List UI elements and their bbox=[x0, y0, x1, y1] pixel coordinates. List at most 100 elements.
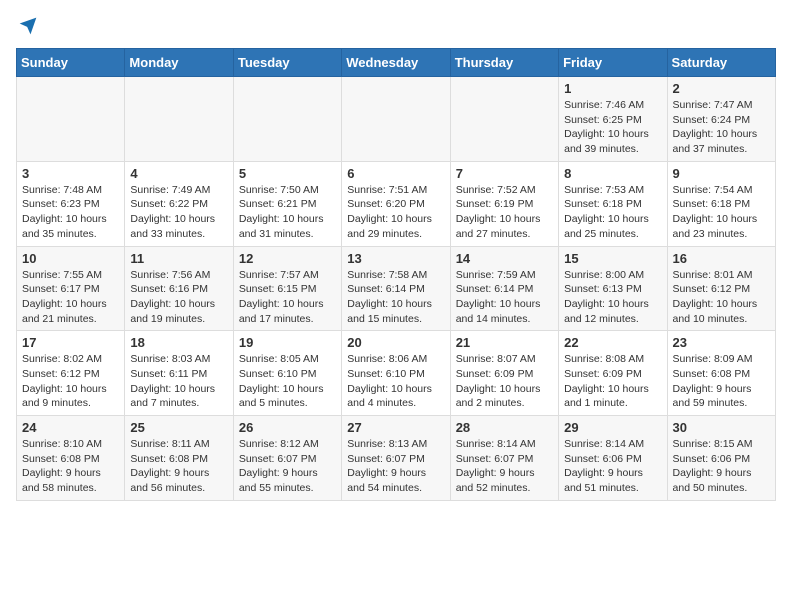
day-number: 27 bbox=[347, 420, 444, 435]
calendar-cell: 29 Sunrise: 8:14 AM Sunset: 6:06 PM Dayli… bbox=[559, 416, 667, 501]
day-info: Sunrise: 7:51 AM Sunset: 6:20 PM Dayligh… bbox=[347, 183, 444, 242]
calendar-cell bbox=[233, 77, 341, 162]
day-number: 23 bbox=[673, 335, 770, 350]
day-info: Sunrise: 8:08 AM Sunset: 6:09 PM Dayligh… bbox=[564, 352, 661, 411]
day-number: 14 bbox=[456, 251, 553, 266]
calendar-day-header: Tuesday bbox=[233, 49, 341, 77]
calendar-cell: 17Sunrise: 8:02 AM Sunset: 6:12 PM Dayli… bbox=[17, 331, 125, 416]
day-info: Sunrise: 7:58 AM Sunset: 6:14 PM Dayligh… bbox=[347, 268, 444, 327]
day-info: Sunrise: 8:10 AM Sunset: 6:08 PM Dayligh… bbox=[22, 437, 119, 496]
calendar-cell: 10 Sunrise: 7:55 AM Sunset: 6:17 PM Dayli… bbox=[17, 246, 125, 331]
day-info: Sunrise: 7:46 AM Sunset: 6:25 PM Dayligh… bbox=[564, 98, 661, 157]
calendar-day-header: Monday bbox=[125, 49, 233, 77]
day-info: Sunrise: 7:56 AM Sunset: 6:16 PM Dayligh… bbox=[130, 268, 227, 327]
calendar-cell: 20Sunrise: 8:06 AM Sunset: 6:10 PM Dayli… bbox=[342, 331, 450, 416]
day-info: Sunrise: 8:06 AM Sunset: 6:10 PM Dayligh… bbox=[347, 352, 444, 411]
day-info: Sunrise: 8:01 AM Sunset: 6:12 PM Dayligh… bbox=[673, 268, 770, 327]
calendar-cell: 24 Sunrise: 8:10 AM Sunset: 6:08 PM Dayli… bbox=[17, 416, 125, 501]
day-info: Sunrise: 7:57 AM Sunset: 6:15 PM Dayligh… bbox=[239, 268, 336, 327]
calendar-week-row: 10 Sunrise: 7:55 AM Sunset: 6:17 PM Dayli… bbox=[17, 246, 776, 331]
calendar-day-header: Saturday bbox=[667, 49, 775, 77]
day-number: 13 bbox=[347, 251, 444, 266]
day-number: 21 bbox=[456, 335, 553, 350]
logo bbox=[16, 16, 38, 36]
day-info: Sunrise: 7:47 AM Sunset: 6:24 PM Dayligh… bbox=[673, 98, 770, 157]
day-number: 5 bbox=[239, 166, 336, 181]
calendar-cell bbox=[125, 77, 233, 162]
day-number: 7 bbox=[456, 166, 553, 181]
day-number: 4 bbox=[130, 166, 227, 181]
day-number: 8 bbox=[564, 166, 661, 181]
day-number: 15 bbox=[564, 251, 661, 266]
calendar-cell: 21Sunrise: 8:07 AM Sunset: 6:09 PM Dayli… bbox=[450, 331, 558, 416]
day-number: 2 bbox=[673, 81, 770, 96]
calendar-cell: 23 Sunrise: 8:09 AM Sunset: 6:08 PM Dayli… bbox=[667, 331, 775, 416]
day-info: Sunrise: 8:03 AM Sunset: 6:11 PM Dayligh… bbox=[130, 352, 227, 411]
day-number: 28 bbox=[456, 420, 553, 435]
calendar-cell: 8 Sunrise: 7:53 AM Sunset: 6:18 PM Daylig… bbox=[559, 161, 667, 246]
calendar-cell: 2 Sunrise: 7:47 AM Sunset: 6:24 PM Daylig… bbox=[667, 77, 775, 162]
day-number: 11 bbox=[130, 251, 227, 266]
calendar-cell: 26Sunrise: 8:12 AM Sunset: 6:07 PM Dayli… bbox=[233, 416, 341, 501]
day-number: 9 bbox=[673, 166, 770, 181]
calendar-day-header: Friday bbox=[559, 49, 667, 77]
calendar-day-header: Thursday bbox=[450, 49, 558, 77]
day-number: 1 bbox=[564, 81, 661, 96]
calendar-cell: 30 Sunrise: 8:15 AM Sunset: 6:06 PM Dayli… bbox=[667, 416, 775, 501]
day-info: Sunrise: 7:53 AM Sunset: 6:18 PM Dayligh… bbox=[564, 183, 661, 242]
day-info: Sunrise: 8:15 AM Sunset: 6:06 PM Dayligh… bbox=[673, 437, 770, 496]
calendar-cell: 3 Sunrise: 7:48 AM Sunset: 6:23 PM Daylig… bbox=[17, 161, 125, 246]
calendar-cell: 4 Sunrise: 7:49 AM Sunset: 6:22 PM Daylig… bbox=[125, 161, 233, 246]
day-info: Sunrise: 7:54 AM Sunset: 6:18 PM Dayligh… bbox=[673, 183, 770, 242]
day-info: Sunrise: 7:59 AM Sunset: 6:14 PM Dayligh… bbox=[456, 268, 553, 327]
calendar-cell: 12Sunrise: 7:57 AM Sunset: 6:15 PM Dayli… bbox=[233, 246, 341, 331]
day-info: Sunrise: 7:50 AM Sunset: 6:21 PM Dayligh… bbox=[239, 183, 336, 242]
calendar-cell: 6 Sunrise: 7:51 AM Sunset: 6:20 PM Daylig… bbox=[342, 161, 450, 246]
day-info: Sunrise: 8:13 AM Sunset: 6:07 PM Dayligh… bbox=[347, 437, 444, 496]
day-number: 29 bbox=[564, 420, 661, 435]
calendar-week-row: 17Sunrise: 8:02 AM Sunset: 6:12 PM Dayli… bbox=[17, 331, 776, 416]
page-header bbox=[16, 16, 776, 36]
day-number: 30 bbox=[673, 420, 770, 435]
day-number: 17 bbox=[22, 335, 119, 350]
day-number: 3 bbox=[22, 166, 119, 181]
calendar-cell: 15 Sunrise: 8:00 AM Sunset: 6:13 PM Dayli… bbox=[559, 246, 667, 331]
day-number: 16 bbox=[673, 251, 770, 266]
calendar-cell: 16 Sunrise: 8:01 AM Sunset: 6:12 PM Dayli… bbox=[667, 246, 775, 331]
calendar-cell: 5 Sunrise: 7:50 AM Sunset: 6:21 PM Daylig… bbox=[233, 161, 341, 246]
day-info: Sunrise: 8:11 AM Sunset: 6:08 PM Dayligh… bbox=[130, 437, 227, 496]
calendar-cell bbox=[17, 77, 125, 162]
calendar-cell: 25 Sunrise: 8:11 AM Sunset: 6:08 PM Dayli… bbox=[125, 416, 233, 501]
calendar-cell: 13 Sunrise: 7:58 AM Sunset: 6:14 PM Dayli… bbox=[342, 246, 450, 331]
day-info: Sunrise: 7:55 AM Sunset: 6:17 PM Dayligh… bbox=[22, 268, 119, 327]
day-info: Sunrise: 8:05 AM Sunset: 6:10 PM Dayligh… bbox=[239, 352, 336, 411]
calendar-cell: 14 Sunrise: 7:59 AM Sunset: 6:14 PM Dayli… bbox=[450, 246, 558, 331]
calendar-header-row: SundayMondayTuesdayWednesdayThursdayFrid… bbox=[17, 49, 776, 77]
calendar-cell: 22Sunrise: 8:08 AM Sunset: 6:09 PM Dayli… bbox=[559, 331, 667, 416]
day-number: 24 bbox=[22, 420, 119, 435]
day-info: Sunrise: 8:00 AM Sunset: 6:13 PM Dayligh… bbox=[564, 268, 661, 327]
calendar-day-header: Sunday bbox=[17, 49, 125, 77]
calendar-cell: 1 Sunrise: 7:46 AM Sunset: 6:25 PM Daylig… bbox=[559, 77, 667, 162]
calendar-cell: 7Sunrise: 7:52 AM Sunset: 6:19 PM Daylig… bbox=[450, 161, 558, 246]
calendar-cell: 18Sunrise: 8:03 AM Sunset: 6:11 PM Dayli… bbox=[125, 331, 233, 416]
day-number: 25 bbox=[130, 420, 227, 435]
day-number: 10 bbox=[22, 251, 119, 266]
calendar-week-row: 3 Sunrise: 7:48 AM Sunset: 6:23 PM Daylig… bbox=[17, 161, 776, 246]
calendar-week-row: 24 Sunrise: 8:10 AM Sunset: 6:08 PM Dayli… bbox=[17, 416, 776, 501]
day-info: Sunrise: 8:14 AM Sunset: 6:06 PM Dayligh… bbox=[564, 437, 661, 496]
calendar-week-row: 1 Sunrise: 7:46 AM Sunset: 6:25 PM Daylig… bbox=[17, 77, 776, 162]
calendar-cell bbox=[450, 77, 558, 162]
calendar-day-header: Wednesday bbox=[342, 49, 450, 77]
day-info: Sunrise: 8:14 AM Sunset: 6:07 PM Dayligh… bbox=[456, 437, 553, 496]
day-info: Sunrise: 7:49 AM Sunset: 6:22 PM Dayligh… bbox=[130, 183, 227, 242]
calendar-table: SundayMondayTuesdayWednesdayThursdayFrid… bbox=[16, 48, 776, 501]
calendar-cell: 9 Sunrise: 7:54 AM Sunset: 6:18 PM Daylig… bbox=[667, 161, 775, 246]
day-number: 6 bbox=[347, 166, 444, 181]
calendar-cell: 27 Sunrise: 8:13 AM Sunset: 6:07 PM Dayli… bbox=[342, 416, 450, 501]
day-info: Sunrise: 7:48 AM Sunset: 6:23 PM Dayligh… bbox=[22, 183, 119, 242]
day-info: Sunrise: 8:12 AM Sunset: 6:07 PM Dayligh… bbox=[239, 437, 336, 496]
day-info: Sunrise: 8:09 AM Sunset: 6:08 PM Dayligh… bbox=[673, 352, 770, 411]
calendar-cell bbox=[342, 77, 450, 162]
calendar-cell: 28 Sunrise: 8:14 AM Sunset: 6:07 PM Dayli… bbox=[450, 416, 558, 501]
